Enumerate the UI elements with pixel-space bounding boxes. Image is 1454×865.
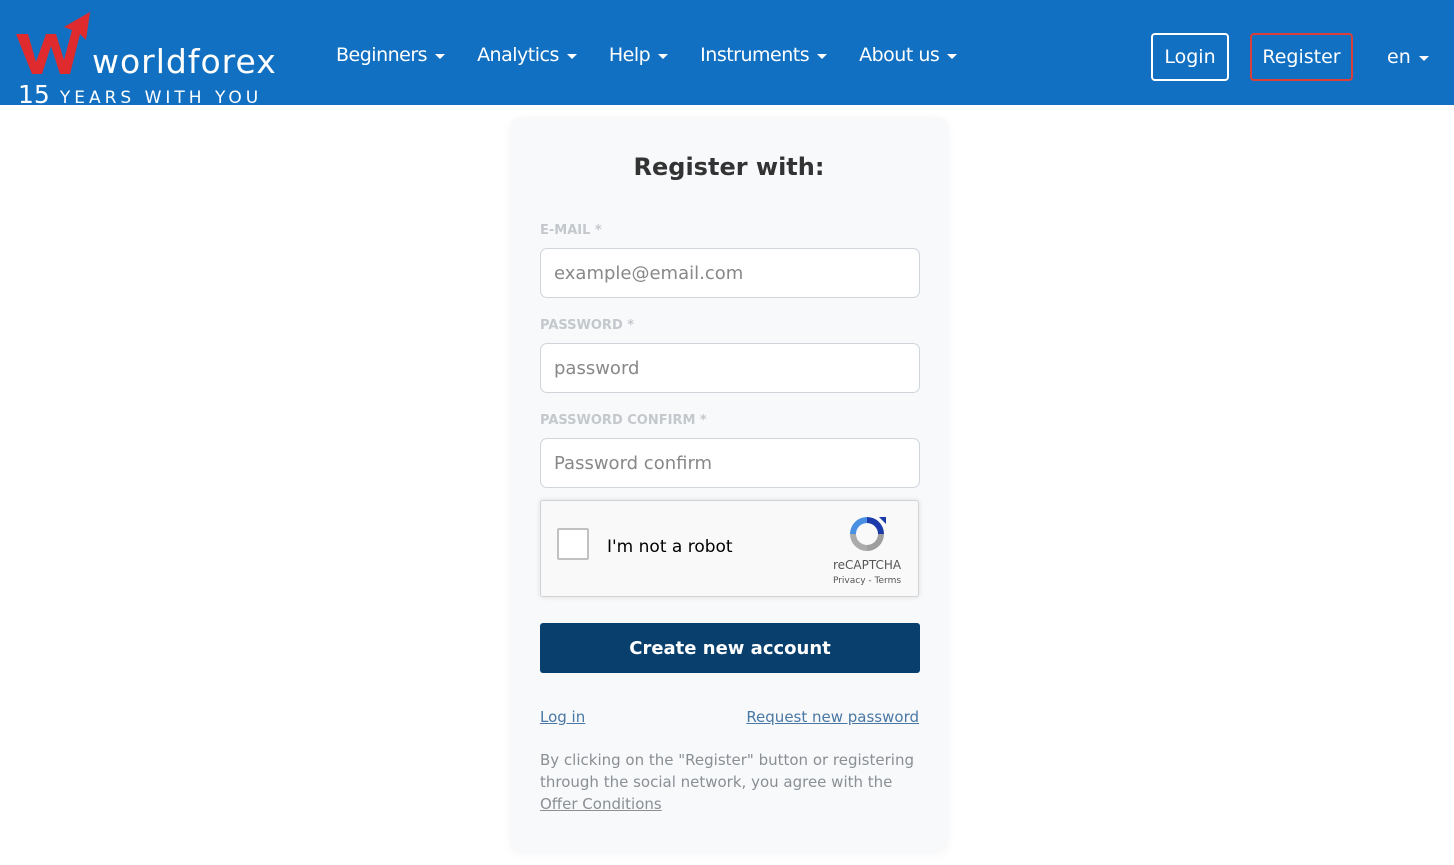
worldforex-logo[interactable]: worldforex 15 YEARS WITH YOU	[14, 10, 284, 109]
register-card: Register with: E-MAIL * PASSWORD * PASSW…	[510, 117, 948, 852]
register-button[interactable]: Register	[1250, 33, 1353, 81]
logo-tagline: 15 YEARS WITH YOU	[18, 80, 262, 109]
caret-down-icon	[947, 53, 958, 59]
password-label: PASSWORD *	[540, 318, 635, 333]
caret-down-icon	[1418, 55, 1429, 61]
main-nav: Beginners Analytics Help Instruments Abo…	[336, 44, 989, 66]
password-confirm-label: PASSWORD CONFIRM *	[540, 413, 707, 428]
nav-item-analytics[interactable]: Analytics	[477, 44, 577, 66]
nav-label: Instruments	[700, 44, 810, 66]
caret-down-icon	[435, 53, 446, 59]
offer-conditions-link[interactable]: Offer Conditions	[540, 795, 662, 813]
recaptcha-logo-icon	[850, 517, 886, 551]
form-title: Register with:	[633, 153, 825, 181]
email-label: E-MAIL *	[540, 223, 602, 238]
nav-label: About us	[859, 44, 940, 66]
site-header: worldforex 15 YEARS WITH YOU Beginners An…	[0, 0, 1454, 109]
nav-item-about-us[interactable]: About us	[859, 44, 958, 66]
create-account-button[interactable]: Create new account	[540, 623, 920, 673]
terms-text: By clicking on the "Register" button or …	[540, 751, 914, 791]
nav-label: Beginners	[336, 44, 428, 66]
nav-item-beginners[interactable]: Beginners	[336, 44, 446, 66]
captcha-links: Privacy - Terms	[821, 576, 913, 586]
captcha-separator: -	[865, 576, 875, 586]
login-button[interactable]: Login	[1151, 33, 1229, 81]
captcha-checkbox[interactable]	[557, 528, 589, 560]
nav-label: Analytics	[477, 44, 559, 66]
captcha-text: I'm not a robot	[607, 537, 733, 557]
captcha-terms-link[interactable]: Terms	[875, 576, 902, 586]
password-confirm-field[interactable]	[540, 438, 920, 488]
logo-w-icon	[16, 12, 90, 74]
caret-down-icon	[817, 53, 828, 59]
logo-years-number: 15	[18, 80, 50, 109]
nav-item-help[interactable]: Help	[608, 44, 669, 66]
login-link[interactable]: Log in	[540, 708, 585, 726]
nav-label: Help	[608, 44, 651, 66]
language-selector[interactable]: en	[1387, 46, 1429, 68]
password-field[interactable]	[540, 343, 920, 393]
caret-down-icon	[658, 53, 669, 59]
terms-notice: By clicking on the "Register" button or …	[540, 749, 925, 815]
email-field[interactable]	[540, 248, 920, 298]
logo-name: worldforex	[92, 42, 277, 81]
captcha-brand: reCAPTCHA	[832, 558, 902, 572]
recaptcha-widget: I'm not a robot reCAPTCHA Privacy - Term…	[540, 500, 919, 597]
language-label: en	[1387, 46, 1411, 68]
nav-item-instruments[interactable]: Instruments	[700, 44, 828, 66]
logo-years-text: YEARS WITH YOU	[59, 88, 263, 108]
request-password-link[interactable]: Request new password	[746, 708, 919, 726]
caret-down-icon	[566, 53, 577, 59]
captcha-privacy-link[interactable]: Privacy	[833, 576, 866, 586]
